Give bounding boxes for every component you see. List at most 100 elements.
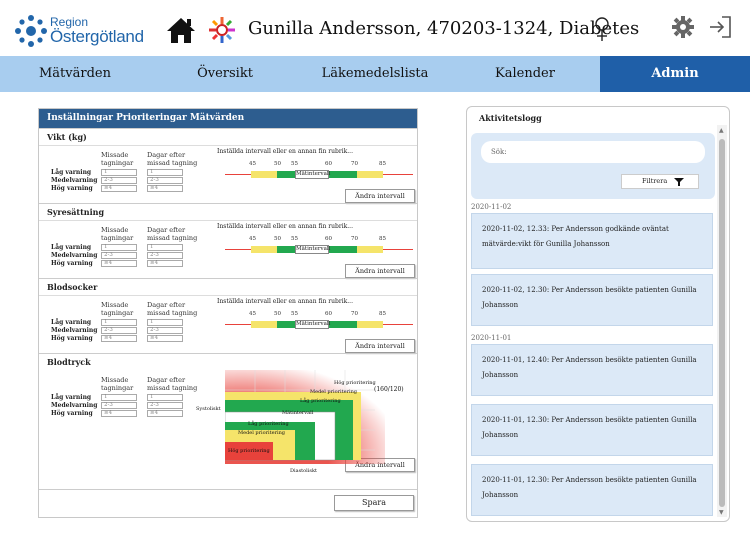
activity-search-input[interactable]: Sök: bbox=[481, 141, 705, 163]
filter-button-label: Filtrera bbox=[642, 177, 668, 185]
filter-icon bbox=[674, 178, 684, 186]
col-header-days: Dagar efter missad tagning bbox=[147, 226, 198, 242]
tick-70: 70 bbox=[351, 161, 358, 167]
tick-60: 60 bbox=[325, 311, 332, 317]
logout-icon[interactable] bbox=[708, 16, 732, 38]
missed-high-input[interactable]: ≥4 bbox=[101, 410, 137, 417]
activity-log-panel: Aktivitetslogg Sök: Filtrera 2020-11-02 … bbox=[466, 106, 730, 522]
missed-low-input[interactable]: 1 bbox=[101, 394, 137, 401]
bar-red-left bbox=[225, 324, 253, 325]
activity-scrollbar[interactable]: ▲ ▼ bbox=[717, 125, 727, 517]
log-entry[interactable]: 2020-11-02, 12.33: Per Andersson godkänd… bbox=[471, 213, 713, 269]
bar-red-left bbox=[225, 174, 253, 175]
scrollbar-thumb[interactable] bbox=[719, 139, 725, 507]
days-low-input[interactable]: 1 bbox=[147, 169, 183, 176]
missed-high-input[interactable]: ≥4 bbox=[101, 335, 137, 342]
change-interval-button[interactable]: Ändra intervall bbox=[345, 189, 415, 203]
row-label-high: Hög varning bbox=[51, 410, 93, 417]
scroll-down-icon[interactable]: ▼ bbox=[719, 509, 724, 516]
interval-mid-label: Mätintervall bbox=[295, 245, 331, 254]
missed-low-input[interactable]: 1 bbox=[101, 169, 137, 176]
bp-label-normal: Mätintervall bbox=[282, 410, 314, 416]
tab-kalender[interactable]: Kalender bbox=[450, 56, 600, 92]
section-blodsocker: Blodsocker Missade tagningar Dagar efter… bbox=[39, 278, 417, 353]
bp-label-low-inner: Låg prioritering bbox=[248, 421, 289, 427]
tab-admin[interactable]: Admin bbox=[600, 56, 750, 92]
change-interval-button[interactable]: Ändra intervall bbox=[345, 264, 415, 278]
interval-hint: Inställda intervall eller en annan fin r… bbox=[217, 298, 353, 305]
col-header-missed: Missade tagningar bbox=[101, 301, 134, 317]
row-label-medium: Medelvarning bbox=[51, 177, 98, 184]
missed-low-input[interactable]: 1 bbox=[101, 244, 137, 251]
tab-oversikt[interactable]: Översikt bbox=[150, 56, 300, 92]
gear-icon[interactable] bbox=[672, 16, 694, 38]
tab-matvarden[interactable]: Mätvärden bbox=[0, 56, 150, 92]
interval-hint: Inställda intervall eller en annan fin r… bbox=[217, 148, 353, 155]
medicine-wheel-icon[interactable] bbox=[205, 15, 239, 45]
days-high-input[interactable]: ≥4 bbox=[147, 410, 183, 417]
missed-low-input[interactable]: 1 bbox=[101, 319, 137, 326]
tick-70: 70 bbox=[351, 236, 358, 242]
missed-high-input[interactable]: ≥4 bbox=[101, 185, 137, 192]
bar-green-right bbox=[329, 321, 357, 328]
change-interval-button[interactable]: Ändra intervall bbox=[345, 339, 415, 353]
missed-medium-input[interactable]: 2-3 bbox=[101, 327, 137, 334]
tick-50: 50 bbox=[274, 236, 281, 242]
row-label-low: Låg varning bbox=[51, 394, 92, 401]
log-entry[interactable]: 2020-11-01, 12.40: Per Andersson besökte… bbox=[471, 344, 713, 396]
activity-search-area: Sök: Filtrera bbox=[471, 133, 715, 199]
days-high-input[interactable]: ≥4 bbox=[147, 260, 183, 267]
section-title: Vikt (kg) bbox=[47, 132, 87, 142]
col-header-days: Dagar efter missad tagning bbox=[147, 301, 198, 317]
days-medium-input[interactable]: 2-3 bbox=[147, 177, 183, 184]
missed-medium-input[interactable]: 2-3 bbox=[101, 177, 137, 184]
tick-85: 85 bbox=[379, 236, 386, 242]
bar-green-right bbox=[329, 246, 357, 253]
tick-55: 55 bbox=[291, 311, 298, 317]
filter-button[interactable]: Filtrera bbox=[621, 174, 699, 189]
bar-green-right bbox=[329, 171, 357, 178]
region-logo[interactable]: Region Östergötland bbox=[14, 12, 154, 48]
missed-medium-input[interactable]: 2-3 bbox=[101, 252, 137, 259]
days-high-input[interactable]: ≥4 bbox=[147, 185, 183, 192]
days-low-input[interactable]: 1 bbox=[147, 319, 183, 326]
days-low-input[interactable]: 1 bbox=[147, 244, 183, 251]
tab-lakemedelslista[interactable]: Läkemedelslista bbox=[300, 56, 450, 92]
missed-medium-input[interactable]: 2-3 bbox=[101, 402, 137, 409]
scroll-up-icon[interactable]: ▲ bbox=[719, 127, 724, 134]
female-icon bbox=[595, 17, 609, 41]
bp-corner-value: (160/120) bbox=[374, 386, 404, 393]
days-medium-input[interactable]: 2-3 bbox=[147, 252, 183, 259]
log-entry[interactable]: 2020-11-02, 12.30: Per Andersson besökte… bbox=[471, 274, 713, 326]
tick-60: 60 bbox=[325, 161, 332, 167]
col-header-missed: Missade tagningar bbox=[101, 151, 134, 167]
bp-label-low-outer: Låg prioritering bbox=[300, 398, 341, 404]
app-header: Region Östergötland Gunilla Andersson, 4… bbox=[0, 0, 750, 56]
bar-yellow-right bbox=[357, 246, 383, 253]
row-label-low: Låg varning bbox=[51, 319, 92, 326]
home-icon[interactable] bbox=[166, 16, 196, 44]
bar-red-right bbox=[383, 174, 413, 175]
section-title: Syresättning bbox=[47, 207, 105, 217]
bp-x-label: Diastoliskt bbox=[290, 468, 317, 474]
missed-high-input[interactable]: ≥4 bbox=[101, 260, 137, 267]
col-header-days: Dagar efter missad tagning bbox=[147, 376, 198, 392]
days-medium-input[interactable]: 2-3 bbox=[147, 327, 183, 334]
tick-70: 70 bbox=[351, 311, 358, 317]
days-high-input[interactable]: ≥4 bbox=[147, 335, 183, 342]
section-vikt: Vikt (kg) Missade tagningar Dagar efter … bbox=[39, 128, 417, 203]
settings-panel-title: Inställningar Prioriteringar Mätvärden bbox=[39, 109, 417, 128]
col-header-missed: Missade tagningar bbox=[101, 376, 134, 392]
tick-50: 50 bbox=[274, 161, 281, 167]
bar-red-right bbox=[383, 249, 413, 250]
log-entry[interactable]: 2020-11-01, 12.30: Per Andersson besökte… bbox=[471, 404, 713, 456]
log-entry[interactable]: 2020-11-01, 12.30: Per Andersson besökte… bbox=[471, 464, 713, 516]
tick-50: 50 bbox=[274, 311, 281, 317]
bp-label-medium-inner: Medel prioritering bbox=[238, 430, 285, 436]
save-button[interactable]: Spara bbox=[334, 495, 414, 511]
patient-title: Gunilla Andersson, 470203-1324, Diabetes bbox=[248, 18, 640, 39]
days-medium-input[interactable]: 2-3 bbox=[147, 402, 183, 409]
date-label: 2020-11-02 bbox=[471, 203, 512, 211]
bp-y-label: Systoliskt bbox=[196, 406, 221, 412]
days-low-input[interactable]: 1 bbox=[147, 394, 183, 401]
